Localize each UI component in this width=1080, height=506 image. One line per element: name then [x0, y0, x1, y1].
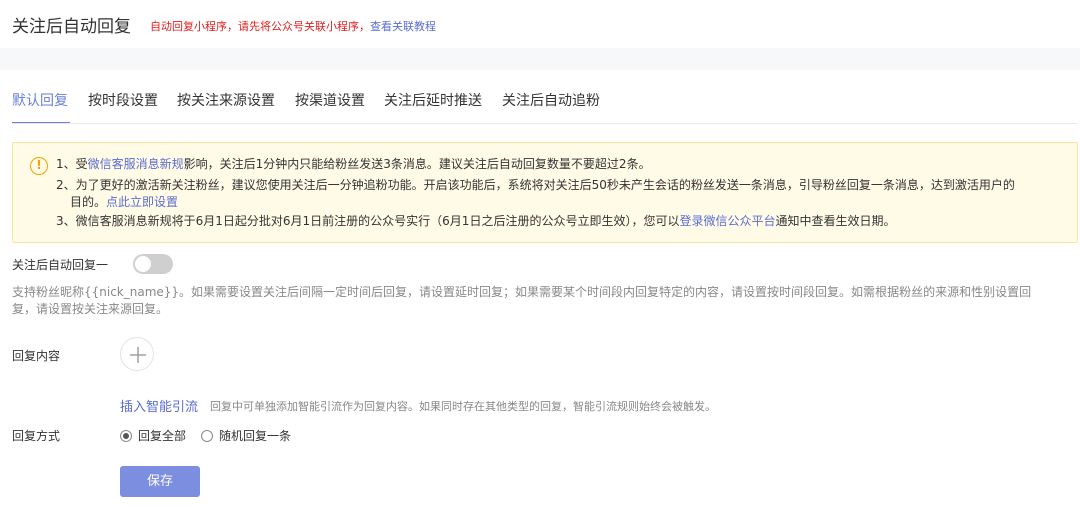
feature-description: 支持粉丝昵称{{nick_name}}。如果需要设置关注后间隔一定时间后回复，请… — [12, 284, 1062, 318]
header-note: 自动回复小程序，请先将公众号关联小程序，查看关联教程 — [150, 18, 436, 34]
view-tutorial-link[interactable]: 查看关联教程 — [370, 20, 436, 33]
tab-default-reply[interactable]: 默认回复 — [12, 90, 70, 124]
header-note-text: 自动回复小程序，请先将公众号关联小程序， — [150, 20, 370, 33]
tab-label: 关注后延时推送 — [384, 93, 482, 109]
notice-box: ! 1、受微信客服消息新规影响，关注后1分钟内只能给粉丝发送3条消息。建议关注后… — [12, 142, 1078, 243]
tab-time-period[interactable]: 按时段设置 — [88, 90, 158, 124]
radio-label: 回复全部 — [138, 429, 187, 443]
header-band — [0, 48, 1080, 70]
smart-guide-hint: 回复中可单独添加智能引流作为回复内容。如果同时存在其他类型的回复，智能引流规则始… — [210, 400, 716, 413]
tab-label: 默认回复 — [12, 93, 68, 109]
tab-label: 按关注来源设置 — [177, 93, 275, 109]
login-mp-platform-link[interactable]: 登录微信公众平台 — [679, 214, 775, 228]
tab-label: 按时段设置 — [88, 93, 158, 109]
plus-icon — [130, 347, 146, 363]
save-button[interactable]: 保存 — [120, 466, 200, 497]
setup-now-link[interactable]: 点此立即设置 — [106, 195, 178, 209]
notice-text: 3、微信客服消息新规将于6月1日起分批对6月1日前注册的公众号实行（6月1日之后… — [56, 214, 680, 228]
tab-label: 关注后自动追粉 — [502, 93, 600, 109]
tab-auto-follow-up[interactable]: 关注后自动追粉 — [502, 90, 600, 124]
page-header: 关注后自动回复 自动回复小程序，请先将公众号关联小程序，查看关联教程 — [0, 0, 1080, 48]
reply-mode-label: 回复方式 — [12, 429, 61, 443]
tab-follow-source[interactable]: 按关注来源设置 — [177, 90, 275, 124]
description-line: 复，请设置按关注来源回复。 — [12, 302, 169, 316]
radio-unchecked-icon — [201, 430, 213, 442]
page-title: 关注后自动回复 — [12, 17, 131, 37]
notice-text: 影响，关注后1分钟内只能给粉丝发送3条消息。建议关注后自动回复数量不要超过2条。 — [183, 157, 651, 171]
notice-line-2: 2、为了更好的激活新关注粉丝，建议您使用关注后一分钟追粉功能。开启该功能后，系统… — [56, 176, 1056, 194]
tab-label: 按渠道设置 — [295, 93, 365, 109]
reply-content-label: 回复内容 — [12, 349, 61, 363]
tabs-divider — [12, 123, 1078, 124]
radio-label: 随机回复一条 — [219, 429, 292, 443]
auto-reply-toggle-label: 关注后自动回复一 — [12, 258, 109, 272]
tab-channel[interactable]: 按渠道设置 — [295, 90, 365, 124]
auto-reply-toggle[interactable] — [133, 254, 173, 274]
warning-icon: ! — [30, 157, 48, 175]
radio-checked-icon — [120, 430, 132, 442]
description-line: 支持粉丝昵称{{nick_name}}。如果需要设置关注后间隔一定时间后回复，请… — [12, 285, 1032, 299]
notice-text: 通知中查看生效日期。 — [775, 214, 896, 228]
notice-line-3: 3、微信客服消息新规将于6月1日起分批对6月1日前注册的公众号实行（6月1日之后… — [56, 212, 1056, 230]
add-reply-content-button[interactable] — [120, 337, 154, 371]
notice-line-1: 1、受微信客服消息新规影响，关注后1分钟内只能给粉丝发送3条消息。建议关注后自动… — [56, 155, 1056, 173]
wechat-cs-rules-link[interactable]: 微信客服消息新规 — [88, 157, 184, 171]
insert-smart-guide-link[interactable]: 插入智能引流 — [120, 396, 198, 415]
toggle-knob — [135, 256, 151, 272]
notice-text: 2、为了更好的激活新关注粉丝，建议您使用关注后一分钟追粉功能。开启该功能后，系统… — [56, 178, 1015, 192]
tab-delayed-push[interactable]: 关注后延时推送 — [384, 90, 482, 124]
notice-line-2b: 目的。点此立即设置 — [70, 193, 1070, 211]
notice-text: 目的。 — [70, 195, 107, 209]
notice-text: 1、受 — [56, 157, 88, 171]
